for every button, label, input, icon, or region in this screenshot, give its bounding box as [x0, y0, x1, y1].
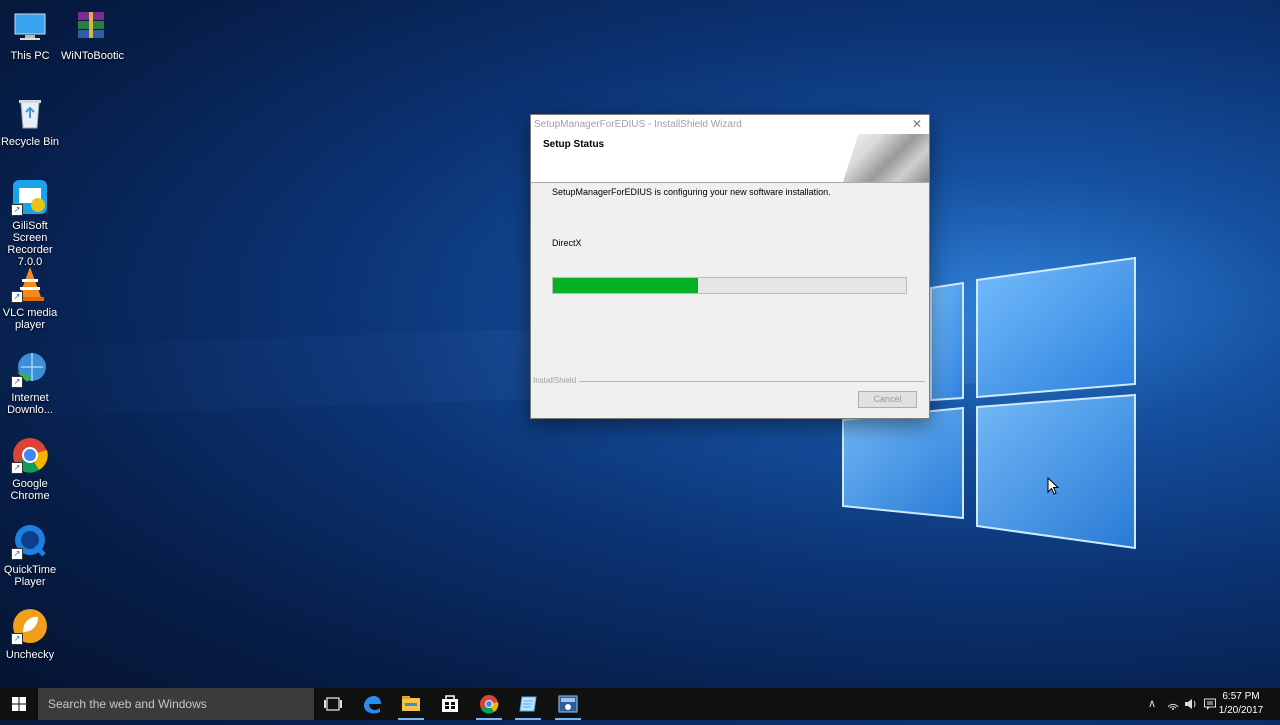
desktop-icon-label: Internet Downlo...	[7, 392, 53, 416]
archive-icon	[72, 8, 110, 46]
taskbar: Search the web and Windows ∧ 6:57 PM 1/2…	[0, 688, 1280, 720]
shortcut-arrow-icon: ↗	[11, 204, 23, 216]
taskbar-clock[interactable]: 6:57 PM 1/20/2017	[1216, 690, 1266, 718]
recycle-bin-icon	[11, 94, 49, 132]
unchecky-leaf-icon: ↗	[11, 607, 49, 645]
dialog-header: Setup Status	[531, 134, 929, 183]
taskbar-edge[interactable]	[353, 688, 391, 720]
desktop-icon-label: VLC media player	[2, 307, 58, 331]
volume-icon[interactable]	[1184, 697, 1198, 711]
taskbar-store[interactable]	[431, 688, 469, 720]
taskbar-search-box[interactable]: Search the web and Windows	[38, 688, 314, 720]
current-component: DirectX	[552, 238, 582, 248]
clock-date: 1/20/2017	[1218, 705, 1264, 716]
desktop-icon-label: Google Chrome	[10, 478, 50, 502]
edge-icon	[364, 696, 381, 714]
task-view-button[interactable]	[314, 688, 352, 720]
cancel-button[interactable]: Cancel	[858, 391, 917, 408]
dialog-title: SetupManagerForEDIUS - InstallShield Wiz…	[534, 119, 742, 130]
close-icon[interactable]: ✕	[910, 115, 924, 134]
desktop-icon-label: This PC	[10, 50, 50, 62]
header-title: Setup Status	[543, 139, 605, 150]
taskbar-chrome[interactable]	[470, 688, 508, 720]
file-explorer-icon	[402, 696, 420, 711]
desktop-icon-vlc[interactable]: ↗ VLC media player	[0, 265, 60, 331]
desktop-icon-label: Unchecky	[5, 649, 55, 661]
desktop-icon-wintobootic[interactable]: WiNToBootic	[61, 8, 124, 62]
desktop-icon-quicktime[interactable]: ↗ QuickTime Player	[0, 522, 60, 588]
globe-download-icon: ↗	[11, 350, 49, 388]
progress-bar	[552, 277, 907, 294]
installer-icon	[558, 695, 578, 713]
desktop-icon-label: GiliSoft Screen Recorder 7.0.0	[7, 220, 53, 268]
vlc-cone-icon: ↗	[11, 265, 49, 303]
desktop-icon-unchecky[interactable]: ↗ Unchecky	[0, 607, 60, 661]
desktop-icon-internet-download[interactable]: ↗ Internet Downlo...	[0, 350, 60, 416]
installshield-dialog: SetupManagerForEDIUS - InstallShield Wiz…	[530, 114, 930, 419]
chrome-icon: ↗	[11, 436, 49, 474]
shortcut-arrow-icon: ↗	[11, 548, 23, 560]
desktop-icon-chrome[interactable]: ↗ Google Chrome	[0, 436, 60, 502]
store-icon	[442, 695, 458, 712]
desktop-icon-this-pc[interactable]: This PC	[0, 8, 60, 62]
desktop-icon-label: Recycle Bin	[0, 136, 60, 148]
chrome-icon	[480, 695, 499, 714]
taskbar-app[interactable]	[509, 688, 547, 720]
task-view-icon	[324, 697, 342, 711]
dialog-titlebar[interactable]: SetupManagerForEDIUS - InstallShield Wiz…	[531, 115, 929, 134]
status-message: SetupManagerForEDIUS is configuring your…	[552, 187, 831, 197]
screen-recorder-icon: ↗	[11, 178, 49, 216]
taskbar-installer[interactable]	[549, 688, 587, 720]
desktop-icon-gilisoft[interactable]: ↗ GiliSoft Screen Recorder 7.0.0	[0, 178, 60, 268]
action-center-icon[interactable]	[1203, 697, 1217, 711]
taskbar-file-explorer[interactable]	[392, 688, 430, 720]
divider	[579, 381, 925, 382]
progress-fill	[553, 278, 698, 293]
windows-start-icon	[12, 697, 26, 711]
desktop-icon-label: WiNToBootic	[61, 50, 124, 62]
network-icon[interactable]	[1166, 697, 1180, 711]
shortcut-arrow-icon: ↗	[11, 376, 23, 388]
notepad-icon	[519, 696, 537, 712]
desktop-icon-recycle-bin[interactable]: Recycle Bin	[0, 94, 60, 148]
chevron-up-icon[interactable]: ∧	[1145, 697, 1159, 711]
shortcut-arrow-icon: ↗	[11, 633, 23, 645]
brand-label: InstallShield	[533, 376, 580, 385]
header-banner-image	[843, 134, 929, 182]
clock-time: 6:57 PM	[1222, 691, 1260, 702]
mouse-cursor-icon	[1047, 477, 1059, 495]
start-button[interactable]	[0, 688, 38, 720]
desktop-icon-label: QuickTime Player	[3, 564, 57, 588]
quicktime-icon: ↗	[11, 522, 49, 560]
shortcut-arrow-icon: ↗	[11, 291, 23, 303]
shortcut-arrow-icon: ↗	[11, 462, 23, 474]
computer-icon	[11, 8, 49, 46]
installshield-brand-line: InstallShield	[531, 376, 927, 388]
